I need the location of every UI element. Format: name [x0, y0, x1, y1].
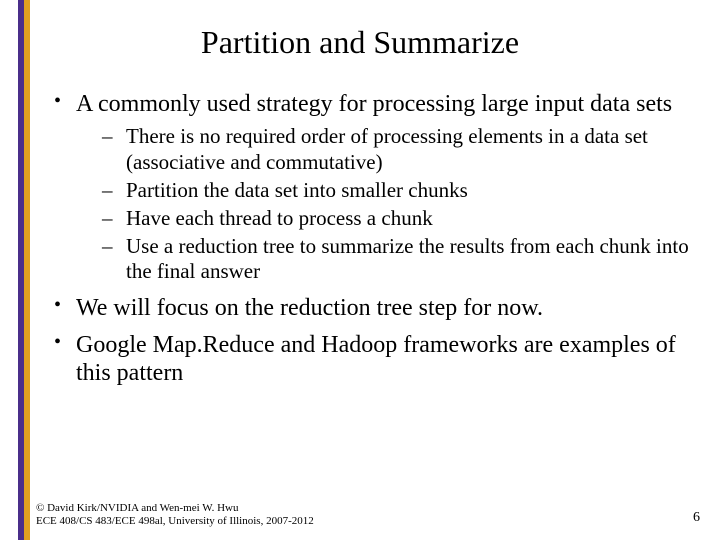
footer-line1: © David Kirk/NVIDIA and Wen-mei W. Hwu: [36, 502, 314, 515]
footer-credit: © David Kirk/NVIDIA and Wen-mei W. Hwu E…: [36, 502, 314, 528]
sub-bullet-text: There is no required order of processing…: [126, 124, 648, 173]
sub-bullet-text: Have each thread to process a chunk: [126, 206, 433, 230]
slide: Partition and Summarize A commonly used …: [0, 0, 720, 540]
bullet-list: A commonly used strategy for processing …: [50, 90, 690, 387]
bullet-text: We will focus on the reduction tree step…: [76, 295, 543, 321]
bullet-text: Google Map.Reduce and Hadoop frameworks …: [76, 332, 676, 386]
sub-bullet-text: Partition the data set into smaller chun…: [126, 178, 468, 202]
bullet-item: A commonly used strategy for processing …: [50, 90, 690, 284]
sub-bullet-list: There is no required order of processing…: [76, 124, 690, 284]
sub-bullet-item: Use a reduction tree to summarize the re…: [76, 234, 690, 284]
page-number: 6: [693, 510, 700, 526]
bullet-item: We will focus on the reduction tree step…: [50, 294, 690, 322]
slide-title: Partition and Summarize: [0, 24, 720, 61]
slide-body: A commonly used strategy for processing …: [50, 90, 690, 395]
bullet-text: A commonly used strategy for processing …: [76, 91, 672, 117]
bullet-item: Google Map.Reduce and Hadoop frameworks …: [50, 331, 690, 388]
footer-line2: ECE 408/CS 483/ECE 498al, University of …: [36, 515, 314, 528]
sub-bullet-item: There is no required order of processing…: [76, 124, 690, 174]
sub-bullet-text: Use a reduction tree to summarize the re…: [126, 234, 689, 283]
sub-bullet-item: Partition the data set into smaller chun…: [76, 178, 690, 203]
accent-stripe-gold: [24, 0, 30, 540]
sub-bullet-item: Have each thread to process a chunk: [76, 206, 690, 231]
